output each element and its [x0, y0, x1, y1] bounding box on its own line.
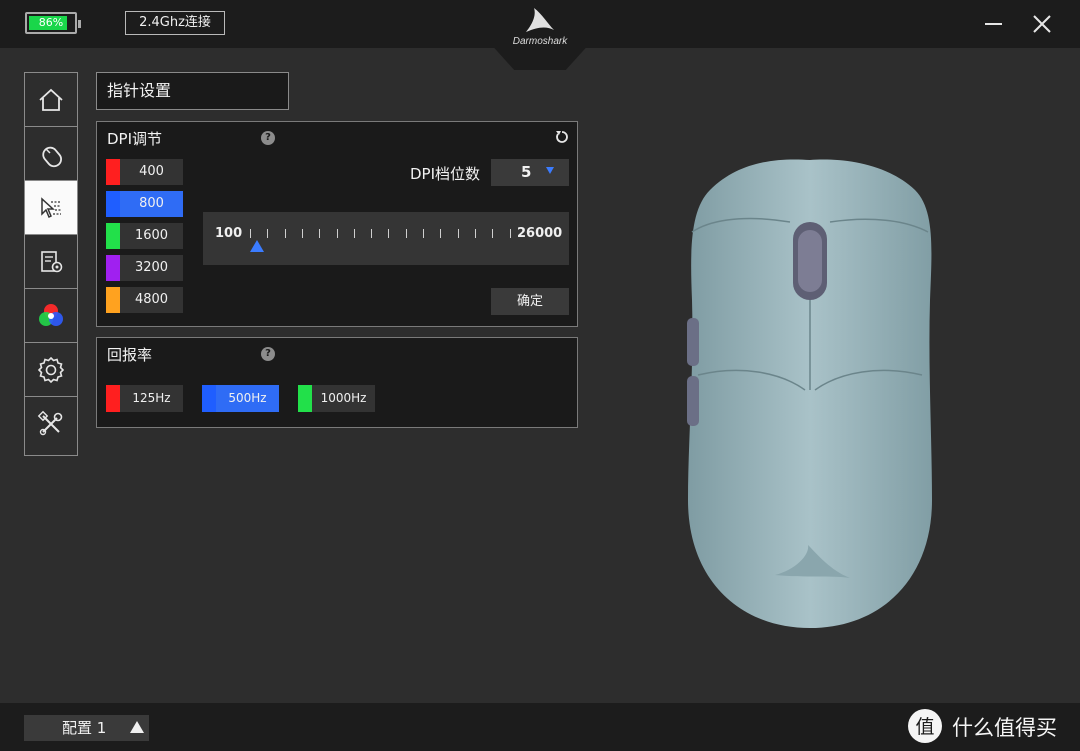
dpi-level-button[interactable]: 4800 — [106, 287, 183, 313]
connection-mode-label: 2.4Ghz连接 — [125, 11, 225, 35]
slider-tick — [301, 229, 303, 238]
profile-label: 配置 1 — [62, 719, 107, 737]
sidebar-item-lighting[interactable] — [25, 289, 77, 343]
sidebar-item-tools[interactable] — [25, 397, 77, 451]
dpi-color-swatch — [106, 159, 120, 185]
slider-tick — [388, 229, 390, 238]
slider-tick — [336, 229, 338, 238]
shark-fin-icon — [526, 8, 554, 32]
dpi-slider[interactable]: 100 26000 — [203, 212, 569, 265]
polling-rate-button[interactable]: 125Hz — [106, 385, 183, 412]
slider-tick — [267, 229, 269, 238]
dpi-count-label: DPI档位数 — [410, 165, 481, 183]
home-icon — [39, 88, 63, 111]
confirm-button[interactable]: 确定 — [491, 288, 569, 315]
slider-thumb[interactable] — [250, 240, 264, 252]
mouse-icon — [42, 146, 62, 167]
slider-tick — [319, 229, 321, 238]
sidebar-item-macro[interactable] — [25, 235, 77, 289]
slider-tick — [474, 229, 476, 238]
polling-rate-panel: 回报率 ? 125Hz 500Hz 1000Hz — [96, 337, 578, 428]
reset-button[interactable] — [555, 129, 569, 148]
battery-indicator: 86% — [25, 12, 81, 34]
sidebar — [24, 72, 78, 456]
polling-rate-button[interactable]: 500Hz — [202, 385, 279, 412]
slider-tick — [250, 229, 251, 238]
minimize-button[interactable] — [982, 12, 1006, 36]
dpi-panel: DPI调节 ? 400 800 1600 3200 4800 DPI档位数 5 … — [96, 121, 578, 327]
slider-min-label: 100 — [215, 226, 243, 241]
close-icon — [1033, 15, 1051, 33]
bottom-bar: 配置 1 值 什么值得买 — [0, 703, 1080, 751]
dpi-level-value: 4800 — [134, 292, 169, 307]
sidebar-item-pointer-settings[interactable] — [25, 181, 77, 235]
watermark-glyph: 值 — [915, 716, 934, 738]
dpi-level-value: 3200 — [134, 260, 169, 275]
sidebar-item-mouse[interactable] — [25, 127, 77, 181]
dpi-level-button[interactable]: 3200 — [106, 255, 183, 281]
dpi-level-button[interactable]: 400 — [106, 159, 183, 185]
minimize-icon — [985, 23, 1002, 25]
mouse-product-image — [687, 159, 932, 628]
slider-tick — [509, 229, 511, 238]
watermark-logo-icon: 值 — [908, 709, 942, 743]
polling-rate-value: 500Hz — [228, 391, 267, 405]
dpi-color-swatch — [106, 191, 120, 217]
polling-rate-title: 回报率 — [107, 346, 153, 364]
dpi-color-swatch — [106, 255, 120, 281]
slider-tick — [353, 229, 355, 238]
macro-icon — [41, 250, 63, 272]
dpi-level-value: 1600 — [134, 228, 169, 243]
reset-icon — [556, 131, 568, 143]
dpi-level-value: 400 — [139, 164, 164, 179]
slider-tick — [492, 229, 494, 238]
slider-tick — [284, 229, 286, 238]
dpi-color-swatch — [106, 223, 120, 249]
chevron-down-icon — [546, 167, 554, 174]
dpi-count-dropdown[interactable]: 5 — [491, 159, 569, 186]
dpi-level-value: 800 — [139, 196, 164, 211]
slider-max-label: 26000 — [517, 226, 563, 241]
pointer-settings-icon — [41, 196, 61, 218]
polling-rate-button[interactable]: 1000Hz — [298, 385, 375, 412]
watermark-text: 什么值得买 — [952, 716, 1057, 740]
dpi-color-swatch — [106, 287, 120, 313]
page-title: 指针设置 — [96, 72, 289, 110]
slider-tick — [440, 229, 442, 238]
dpi-level-button[interactable]: 800 — [106, 191, 183, 217]
polling-help-icon[interactable]: ? — [261, 347, 275, 361]
tools-icon — [37, 410, 63, 436]
polling-rate-value: 125Hz — [132, 391, 171, 405]
battery-nub — [78, 20, 81, 28]
rate-color-swatch — [298, 385, 312, 412]
dpi-level-button[interactable]: 1600 — [106, 223, 183, 249]
close-button[interactable] — [1030, 12, 1054, 36]
rgb-light-icon — [39, 303, 63, 326]
rate-color-swatch — [106, 385, 120, 412]
watermark: 值 什么值得买 — [908, 708, 1068, 746]
dpi-help-icon[interactable]: ? — [261, 131, 275, 145]
slider-tick — [405, 229, 407, 238]
slider-tick — [457, 229, 459, 238]
chevron-up-icon — [130, 721, 144, 733]
brand-name: Darmoshark — [512, 36, 568, 47]
brand-logo: Darmoshark — [494, 0, 586, 70]
profile-selector[interactable]: 配置 1 — [24, 715, 149, 741]
dpi-count-value: 5 — [521, 163, 532, 181]
gear-icon — [37, 356, 65, 383]
dpi-panel-title: DPI调节 — [107, 130, 163, 148]
slider-tick — [371, 229, 373, 238]
polling-rate-value: 1000Hz — [320, 391, 367, 405]
battery-text: 86% — [38, 16, 64, 29]
sidebar-item-settings[interactable] — [25, 343, 77, 397]
slider-tick — [423, 229, 424, 238]
rate-color-swatch — [202, 385, 216, 412]
sidebar-item-home[interactable] — [25, 73, 77, 127]
